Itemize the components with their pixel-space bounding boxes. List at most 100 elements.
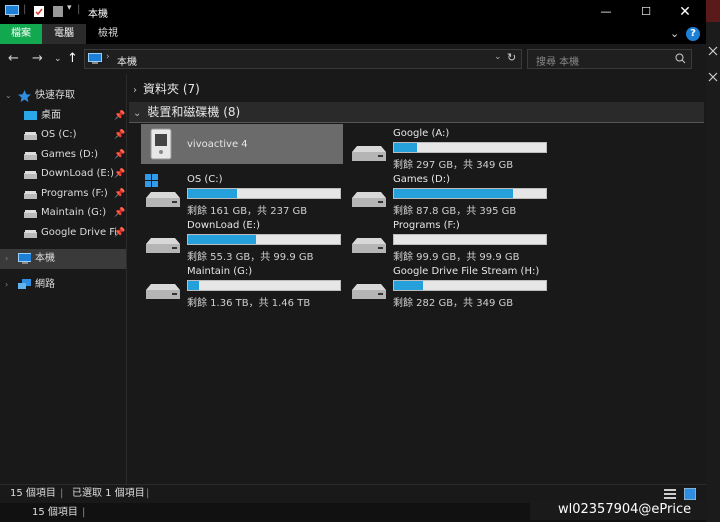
background-item-count: 15 個項目 <box>32 507 78 518</box>
properties-icon[interactable] <box>33 5 45 18</box>
content-pane: › 資料夾 (7) ⌄ 裝置和磁碟機 (8) vivoactive 4 Google… <box>127 74 706 484</box>
pin-icon: 📌 <box>114 189 126 199</box>
drive-icon <box>352 146 386 161</box>
help-icon[interactable]: ? <box>686 27 700 41</box>
drive-name: Programs (F:) <box>393 220 460 231</box>
back-arrow-icon[interactable]: ← <box>8 51 19 66</box>
device-tile-vivoactive[interactable]: vivoactive 4 <box>141 124 343 164</box>
network-icon <box>18 279 31 289</box>
new-folder-icon[interactable] <box>52 5 64 18</box>
close-button[interactable]: ✕ <box>662 0 708 24</box>
drive-usage-bar <box>393 280 547 291</box>
drive-free-space: 剩餘 1.36 TB，共 1.46 TB <box>187 298 311 309</box>
drive-free-space: 剩餘 161 GB，共 237 GB <box>187 206 308 217</box>
recent-locations-icon[interactable]: ⌄ <box>54 54 62 64</box>
maximize-icon: ☐ <box>641 5 651 18</box>
drive-free-space: 剩餘 297 GB，共 349 GB <box>393 160 514 171</box>
nav-item-google-drive[interactable]: Google Drive Fi 📌 <box>0 223 126 243</box>
drive-usage-fill <box>188 235 256 244</box>
chevron-right-icon[interactable]: › <box>5 275 8 295</box>
details-view-icon[interactable] <box>664 489 676 499</box>
drive-icon <box>24 152 37 160</box>
tab-file[interactable]: 檔案 <box>0 24 42 44</box>
drive-tile[interactable]: Programs (F:) 剩餘 99.9 GB，共 99.9 GB <box>347 220 547 266</box>
tab-view[interactable]: 檢視 <box>86 24 130 44</box>
customize-toolbar-icon[interactable]: ▾ <box>67 3 72 13</box>
drive-tile[interactable]: OS (C:) 剩餘 161 GB，共 237 GB <box>141 174 341 220</box>
computer-icon <box>88 53 102 64</box>
drive-tile[interactable]: Maintain (G:) 剩餘 1.36 TB，共 1.46 TB <box>141 266 341 312</box>
nav-item-desktop[interactable]: 桌面 📌 <box>0 106 126 126</box>
drive-usage-bar <box>393 142 547 153</box>
breadcrumb-chevron-icon: › <box>106 52 110 62</box>
address-toolbar: ← → ⌄ ↑ › 本機 ⌄ ↻ 搜尋 本機 <box>0 44 706 74</box>
ribbon-tabs: 檔案 電腦 檢視 ⌄ ? <box>0 24 706 44</box>
drive-icon <box>24 191 37 199</box>
drive-free-space: 剩餘 87.8 GB，共 395 GB <box>393 206 517 217</box>
close-icon <box>708 46 718 56</box>
nav-network[interactable]: › 網路 <box>0 275 126 295</box>
drive-tile[interactable]: Google (A:) 剩餘 297 GB，共 349 GB <box>347 128 547 174</box>
drive-icon <box>352 284 386 299</box>
drive-tile[interactable]: Games (D:) 剩餘 87.8 GB，共 395 GB <box>347 174 547 220</box>
drive-name: Maintain (G:) <box>187 266 253 277</box>
drive-usage-bar <box>187 280 341 291</box>
drive-icon <box>24 132 37 140</box>
refresh-icon[interactable]: ↻ <box>507 51 516 64</box>
separator: | <box>77 4 81 15</box>
desktop-icon <box>24 111 37 120</box>
nav-item-os-c[interactable]: OS (C:) 📌 <box>0 125 126 145</box>
search-input[interactable]: 搜尋 本機 <box>527 49 692 69</box>
drive-name: DownLoad (E:) <box>187 220 260 231</box>
group-folders[interactable]: › 資料夾 (7) <box>133 80 200 98</box>
drive-icon <box>352 192 386 207</box>
search-placeholder: 搜尋 本機 <box>536 57 580 68</box>
group-devices-header[interactable]: ⌄ 裝置和磁碟機 (8) <box>129 102 704 123</box>
nav-item-download-e[interactable]: DownLoad (E:) 📌 <box>0 164 126 184</box>
nav-this-pc[interactable]: › 本機 <box>0 249 126 269</box>
drive-name: Google (A:) <box>393 128 450 139</box>
pin-icon: 📌 <box>114 208 126 218</box>
drive-usage-bar <box>393 234 547 245</box>
chevron-right-icon[interactable]: › <box>5 249 8 269</box>
computer-icon <box>5 5 19 17</box>
background-window-edge <box>706 0 720 522</box>
drive-usage-fill <box>394 281 423 290</box>
drive-tile[interactable]: Google Drive File Stream (H:) 剩餘 282 GB，共… <box>347 266 547 312</box>
nav-item-programs-f[interactable]: Programs (F:) 📌 <box>0 184 126 204</box>
drive-name: OS (C:) <box>187 174 223 185</box>
group-devices: 裝置和磁碟機 (8) <box>147 105 241 119</box>
chevron-down-icon[interactable]: ⌄ <box>5 86 12 106</box>
drive-usage-fill <box>394 189 513 198</box>
watermark: wl02357904@ePrice <box>530 500 706 520</box>
device-icon <box>150 128 172 160</box>
chevron-down-icon: ⌄ <box>133 108 142 119</box>
nav-item-games-d[interactable]: Games (D:) 📌 <box>0 145 126 165</box>
drive-name: Google Drive File Stream (H:) <box>393 266 540 277</box>
pin-icon: 📌 <box>114 111 126 121</box>
navigation-pane: ⌄ 快速存取 桌面 📌 OS (C:) 📌 Games (D:) 📌 DownLoad… <box>0 74 127 484</box>
drive-usage-fill <box>188 189 237 198</box>
drive-usage-bar <box>187 234 341 245</box>
search-icon <box>675 53 686 64</box>
drive-name: Games (D:) <box>393 174 451 185</box>
chevron-right-icon: › <box>133 85 137 96</box>
address-dropdown-icon[interactable]: ⌄ <box>494 52 502 62</box>
up-arrow-icon[interactable]: ↑ <box>67 51 78 66</box>
nav-quick-access[interactable]: ⌄ 快速存取 <box>0 86 126 106</box>
drive-usage-fill <box>188 281 199 290</box>
tiles-view-icon[interactable] <box>684 488 696 500</box>
nav-item-maintain-g[interactable]: Maintain (G:) 📌 <box>0 203 126 223</box>
windows-icon <box>145 174 158 187</box>
forward-arrow-icon[interactable]: → <box>32 51 43 66</box>
expand-ribbon-icon[interactable]: ⌄ <box>670 27 679 40</box>
tab-computer[interactable]: 電腦 <box>42 24 86 44</box>
drive-icon <box>24 210 37 218</box>
address-bar[interactable]: › 本機 ⌄ ↻ <box>84 49 522 69</box>
pin-icon: 📌 <box>114 150 126 160</box>
drive-tile[interactable]: DownLoad (E:) 剩餘 55.3 GB，共 99.9 GB <box>141 220 341 266</box>
close-icon: ✕ <box>679 4 691 20</box>
drive-icon <box>24 230 37 238</box>
item-count: 15 個項目 <box>10 488 56 499</box>
breadcrumb[interactable]: 本機 <box>117 53 137 68</box>
